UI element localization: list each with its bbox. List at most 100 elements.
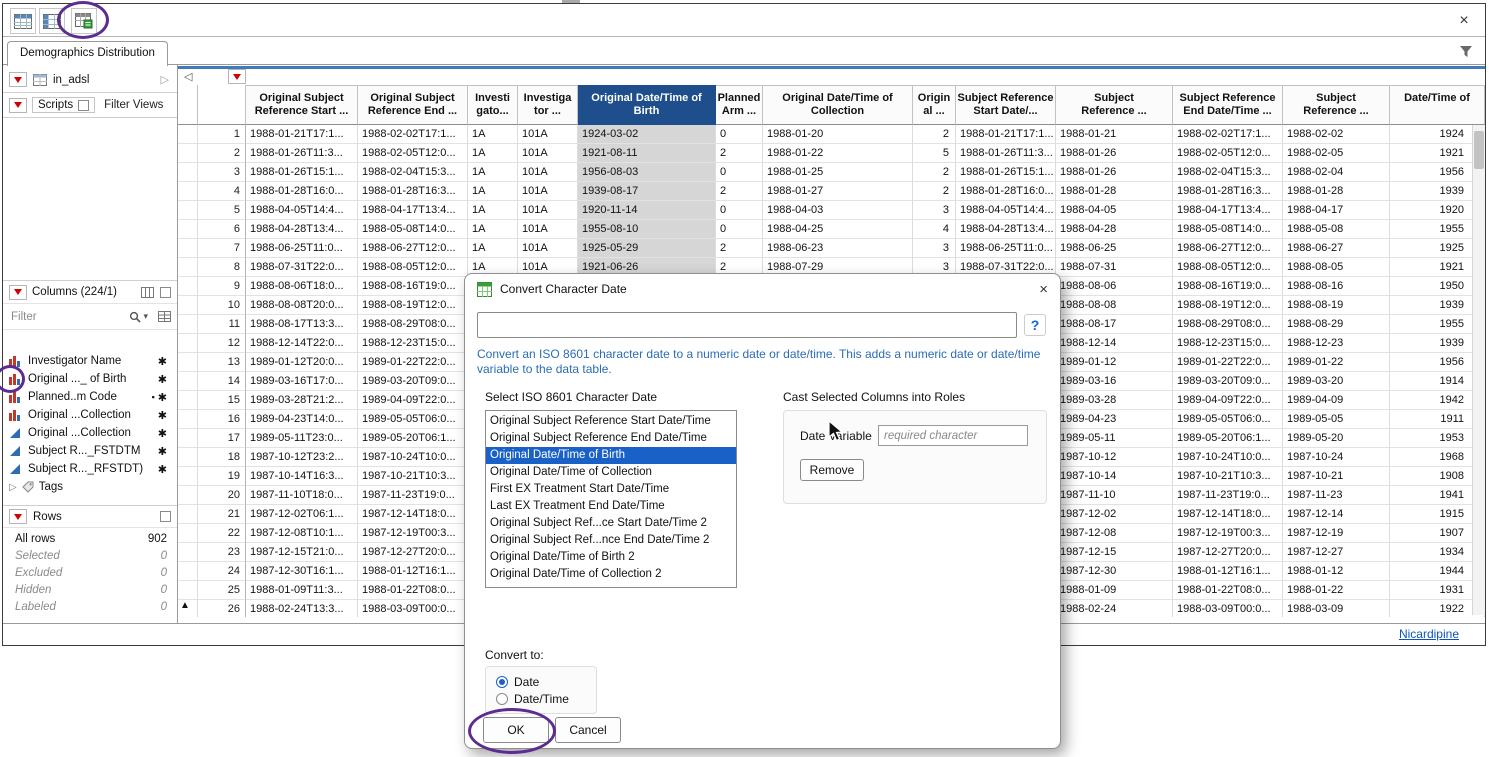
column-header[interactable]: Date/Time of xyxy=(1390,85,1485,125)
table-cell[interactable]: 1989-03-16T17:0... xyxy=(246,372,358,391)
table-cell[interactable]: 1987-12-19 xyxy=(1283,524,1390,543)
table-cell[interactable]: 1A xyxy=(468,239,518,258)
table-cell[interactable]: 1987-10-14T16:3... xyxy=(246,467,358,486)
column-header[interactable]: Original Date/Time ofBirth xyxy=(578,85,716,125)
table-cell[interactable]: 0 xyxy=(716,220,763,239)
table-cell[interactable]: 1907 xyxy=(1390,524,1485,543)
table-cell[interactable]: 1987-12-08 xyxy=(1056,524,1173,543)
table-cell[interactable]: 1989-05-20T06:1... xyxy=(1173,429,1283,448)
table-cell[interactable]: 1988-01-26T15:1... xyxy=(956,163,1056,182)
row-number[interactable]: 23 xyxy=(198,543,246,562)
table-cell[interactable]: 1987-10-12 xyxy=(1056,448,1173,467)
table-cell[interactable]: 1988-08-16T19:0... xyxy=(1173,277,1283,296)
table-cell[interactable]: 1989-05-05T06:0... xyxy=(358,410,468,429)
list-option[interactable]: Original Subject Reference End Date/Time xyxy=(486,430,736,447)
table-cell[interactable]: 1988-03-09T00:0... xyxy=(358,600,468,617)
table-cell[interactable]: 101A xyxy=(518,220,578,239)
table-cell[interactable]: 5 xyxy=(913,144,956,163)
table-cell[interactable]: 1925-05-29 xyxy=(578,239,716,258)
scrollbar-thumb[interactable] xyxy=(1474,131,1484,169)
row-marker-cell[interactable] xyxy=(178,334,198,353)
table-cell[interactable]: 1989-04-09 xyxy=(1283,391,1390,410)
table-cell[interactable]: 1988-01-28T16:0... xyxy=(246,182,358,201)
table-cell[interactable]: 1988-08-16 xyxy=(1283,277,1390,296)
table-cell[interactable]: 3 xyxy=(913,201,956,220)
dialog-search-input[interactable] xyxy=(477,312,1017,338)
table-cell[interactable]: 1989-05-11T23:0... xyxy=(246,429,358,448)
table-cell[interactable]: 1988-05-08T14:0... xyxy=(358,220,468,239)
table-cell[interactable]: 1989-03-20T09:0... xyxy=(358,372,468,391)
table-cell[interactable]: 1988-12-14 xyxy=(1056,334,1173,353)
column-header[interactable]: Original Date/Time ofCollection xyxy=(763,85,913,125)
table-cell[interactable]: 1988-01-26T11:3... xyxy=(246,144,358,163)
table-cell[interactable]: 1988-01-28 xyxy=(1056,182,1173,201)
row-number[interactable]: 20 xyxy=(198,486,246,505)
table-cell[interactable]: 1988-04-17T13:4... xyxy=(1173,201,1283,220)
row-marker-cell[interactable] xyxy=(178,239,198,258)
row-marker-cell[interactable] xyxy=(178,486,198,505)
row-marker-cell[interactable] xyxy=(178,144,198,163)
table-cell[interactable]: 1956 xyxy=(1390,353,1485,372)
row-marker-cell[interactable] xyxy=(178,448,198,467)
row-number[interactable]: 15 xyxy=(198,391,246,410)
radio-option[interactable]: Date xyxy=(496,673,596,690)
table-cell[interactable]: 1988-01-21T17:1... xyxy=(956,125,1056,144)
table-cell[interactable]: 1988-12-23T15:0... xyxy=(358,334,468,353)
table-cell[interactable]: 1988-01-22 xyxy=(1283,581,1390,600)
table-cell[interactable]: 1939 xyxy=(1390,182,1485,201)
column-list-item[interactable]: Original ...Collection✱ xyxy=(3,424,177,442)
table-cell[interactable]: 1944 xyxy=(1390,562,1485,581)
table-cell[interactable]: 1988-01-26 xyxy=(1056,144,1173,163)
table-cell[interactable]: 1988-08-29 xyxy=(1283,315,1390,334)
table-cell[interactable]: 1988-02-05T12:0... xyxy=(1173,144,1283,163)
table-cell[interactable]: 1988-08-19 xyxy=(1283,296,1390,315)
table-cell[interactable]: 1989-05-20T06:1... xyxy=(358,429,468,448)
table-cell[interactable]: 1988-04-25 xyxy=(763,220,913,239)
table-cell[interactable]: 1988-02-02T17:1... xyxy=(1173,125,1283,144)
table-cell[interactable]: 1989-04-23T14:0... xyxy=(246,410,358,429)
table-cell[interactable]: 1988-06-25 xyxy=(1056,239,1173,258)
table-cell[interactable]: 1988-01-26T11:3... xyxy=(956,144,1056,163)
table-cell[interactable]: 1953 xyxy=(1390,429,1485,448)
row-number[interactable]: 16 xyxy=(198,410,246,429)
table-cell[interactable]: 1A xyxy=(468,163,518,182)
row-marker-cell[interactable] xyxy=(178,391,198,410)
table-cell[interactable]: 1920 xyxy=(1390,201,1485,220)
table-cell[interactable]: 1A xyxy=(468,220,518,239)
table-cell[interactable]: 1988-08-08T20:0... xyxy=(246,296,358,315)
table-cell[interactable]: 1939 xyxy=(1390,296,1485,315)
table-cell[interactable]: 1A xyxy=(468,144,518,163)
table-cell[interactable]: 1988-06-27T12:0... xyxy=(1173,239,1283,258)
iso-date-list[interactable]: Original Subject Reference Start Date/Ti… xyxy=(485,410,737,588)
table-cell[interactable]: 1988-04-03 xyxy=(763,201,913,220)
row-marker-cell[interactable] xyxy=(178,182,198,201)
row-marker-cell[interactable] xyxy=(178,258,198,277)
row-number[interactable]: 2 xyxy=(198,144,246,163)
window-close-button[interactable]: × xyxy=(1453,10,1475,32)
table-cell[interactable]: 1956-08-03 xyxy=(578,163,716,182)
table-cell[interactable]: 1988-04-05T14:4... xyxy=(956,201,1056,220)
tab-demographics-distribution[interactable]: Demographics Distribution xyxy=(7,41,168,66)
column-grid-icon[interactable] xyxy=(141,287,154,298)
table-cell[interactable]: 1989-03-20T09:0... xyxy=(1173,372,1283,391)
table-cell[interactable]: 1988-01-27 xyxy=(763,182,913,201)
table-cell[interactable]: 1987-12-14T18:0... xyxy=(358,505,468,524)
scripts-toggle[interactable]: Scripts xyxy=(32,97,95,113)
table-cell[interactable]: 1987-12-08T10:1... xyxy=(246,524,358,543)
table-cell[interactable]: 1988-08-29T08:0... xyxy=(1173,315,1283,334)
list-option[interactable]: Original Date/Time of Collection 2 xyxy=(486,566,736,583)
list-option[interactable]: Last EX Treatment End Date/Time xyxy=(486,498,736,515)
table-cell[interactable]: 1921 xyxy=(1390,258,1485,277)
scripts-red-triangle-menu-icon[interactable] xyxy=(9,98,27,113)
table-cell[interactable]: 1988-01-26 xyxy=(1056,163,1173,182)
tags-row[interactable]: ▷ Tags xyxy=(3,478,177,496)
table-cell[interactable]: 1939-08-17 xyxy=(578,182,716,201)
table-cell[interactable]: 1988-08-06 xyxy=(1056,277,1173,296)
table-cell[interactable]: 1989-03-20 xyxy=(1283,372,1390,391)
table-cell[interactable]: 1942 xyxy=(1390,391,1485,410)
column-list-item[interactable]: Investigator Name✱ xyxy=(3,352,177,370)
table-cell[interactable]: 1989-04-09T22:0... xyxy=(1173,391,1283,410)
table-cell[interactable]: 1988-04-28T13:4... xyxy=(246,220,358,239)
row-number[interactable]: 7 xyxy=(198,239,246,258)
table-cell[interactable]: 1988-01-09 xyxy=(1056,581,1173,600)
